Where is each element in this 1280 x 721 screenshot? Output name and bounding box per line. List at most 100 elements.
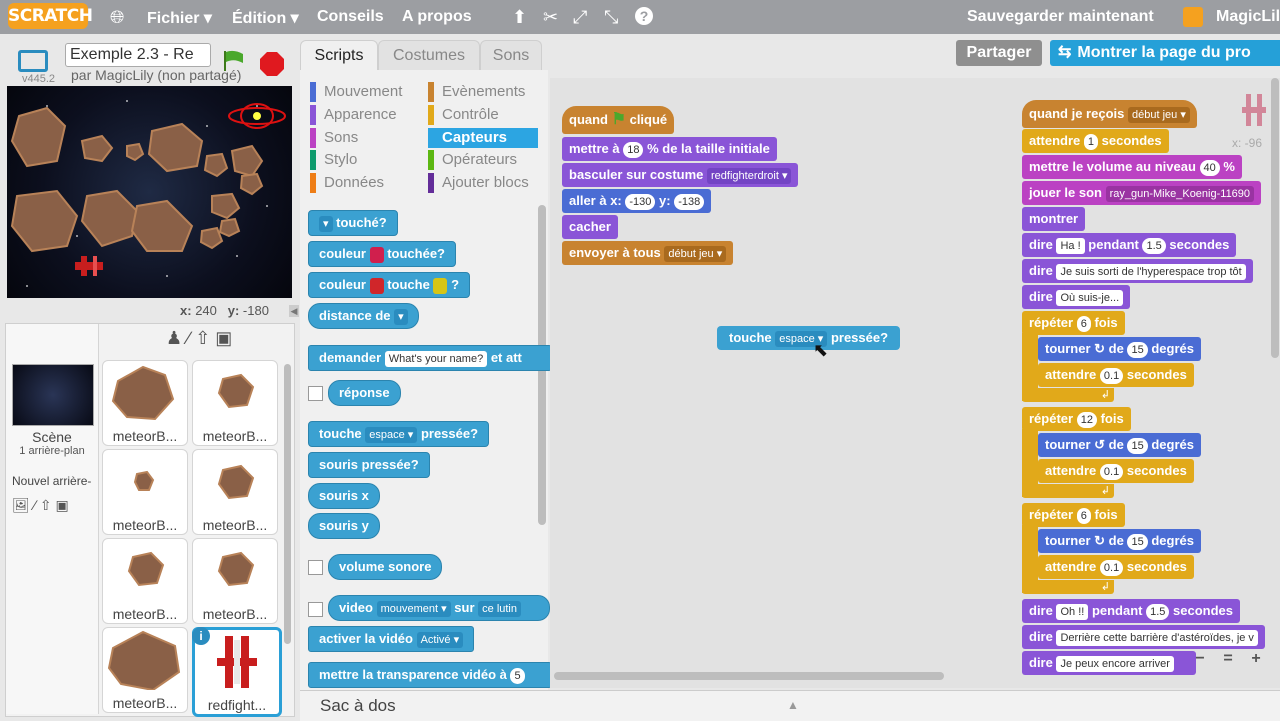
block-when-flag-clicked[interactable]: quand ⚑ cliqué [562, 106, 675, 134]
shrink-icon[interactable]: ⤡ [604, 7, 618, 28]
message-dropdown[interactable]: début jeu ▾ [664, 245, 727, 262]
wait-input[interactable]: 0.1 [1099, 463, 1124, 480]
video-checkbox[interactable] [308, 602, 323, 617]
repeat-input[interactable]: 6 [1076, 315, 1091, 332]
wait-input[interactable]: 0.1 [1099, 559, 1124, 576]
block-say-for-secs[interactable]: dire Oh !! pendant 1.5 secondes [1022, 599, 1241, 623]
volume-input[interactable]: 40 [1199, 159, 1220, 176]
color-swatch[interactable] [433, 277, 448, 294]
sprite-tile[interactable]: meteorB... [102, 360, 188, 446]
category-pen[interactable]: Stylo [310, 150, 357, 170]
tab-scripts[interactable]: Scripts [300, 40, 378, 71]
block-key-pressed-dragged[interactable]: touche espace ▾ pressée? [717, 326, 901, 350]
repeat-input[interactable]: 6 [1076, 507, 1091, 524]
block-when-i-receive[interactable]: quand je reçois début jeu ▾ [1022, 100, 1197, 128]
block-answer[interactable]: réponse [328, 380, 401, 406]
y-input[interactable]: -138 [674, 193, 705, 210]
block-wait[interactable]: attendre 0.1 secondes [1038, 555, 1194, 579]
loudness-checkbox[interactable] [308, 560, 323, 575]
say-input[interactable]: Ha ! [1056, 237, 1085, 254]
category-control[interactable]: Contrôle [428, 105, 499, 125]
block-mouse-y[interactable]: souris y [308, 513, 380, 539]
block-set-volume[interactable]: mettre le volume au niveau 40 % [1022, 155, 1242, 179]
tab-sounds[interactable]: Sons [480, 40, 542, 71]
my-stuff-icon[interactable] [1183, 7, 1203, 27]
transparency-input[interactable]: 5 [510, 667, 525, 684]
collapse-stage-icon[interactable]: ◀ [289, 305, 299, 317]
block-hide[interactable]: cacher [562, 215, 618, 239]
backpack-bar[interactable]: Sac à dos ▲ [300, 690, 1280, 721]
info-icon[interactable]: i [192, 627, 210, 645]
block-say[interactable]: dire Je suis sorti de l'hyperespace trop… [1022, 259, 1253, 283]
block-set-video-transparency[interactable]: mettre la transparence vidéo à 5 [308, 662, 552, 688]
green-flag-icon[interactable] [222, 49, 246, 73]
ask-input[interactable]: What's your name? [384, 350, 488, 367]
block-touching[interactable]: ▾ touché? [308, 210, 398, 236]
block-key-pressed[interactable]: touche espace ▾ pressée? [308, 421, 490, 447]
secs-input[interactable]: 1.5 [1142, 237, 1166, 254]
block-say[interactable]: dire Où suis-je... [1022, 285, 1131, 309]
dropdown-arrow-icon[interactable]: ▾ [319, 215, 333, 232]
grow-icon[interactable]: ⤢ [573, 7, 587, 28]
category-looks[interactable]: Apparence [310, 105, 397, 125]
block-mouse-x[interactable]: souris x [308, 483, 380, 509]
paint-backdrop-icon[interactable]: 🖼︎ [12, 497, 30, 513]
category-events[interactable]: Evènements [428, 82, 525, 102]
say-input[interactable]: Je suis sorti de l'hyperespace trop tôt [1056, 263, 1246, 280]
fullscreen-icon[interactable] [18, 50, 48, 72]
secs-input[interactable]: 1.5 [1146, 603, 1170, 620]
say-input[interactable]: Derrière cette barrière d'astéroïdes, je… [1056, 629, 1258, 646]
degrees-input[interactable]: 15 [1127, 341, 1148, 358]
block-turn-right[interactable]: tourner ↻ de 15 degrés [1038, 337, 1201, 361]
degrees-input[interactable]: 15 [1127, 533, 1148, 550]
sprite-tile[interactable]: meteorB... [192, 449, 278, 535]
block-show[interactable]: montrer [1022, 207, 1086, 231]
scratch-logo[interactable]: SCRATCH [8, 3, 93, 29]
duplicate-stamp-icon[interactable]: ⬆ [512, 7, 527, 28]
say-input[interactable]: Je peux encore arriver [1056, 655, 1174, 672]
block-go-to-xy[interactable]: aller à x: -130 y: -138 [562, 189, 712, 213]
degrees-input[interactable]: 15 [1127, 437, 1148, 454]
sprite-tile[interactable]: meteorB... [192, 538, 278, 624]
category-data[interactable]: Données [310, 173, 384, 193]
paint-sprite-icon[interactable]: ∕ [187, 328, 190, 348]
color-swatch[interactable] [369, 246, 384, 263]
zoom-in-icon[interactable]: + [1242, 650, 1270, 668]
block-repeat[interactable]: répéter 6 fois [1022, 503, 1125, 527]
block-broadcast[interactable]: envoyer à tous début jeu ▾ [562, 241, 734, 265]
block-switch-costume[interactable]: basculer sur costume redfighterdroit ▾ [562, 163, 799, 187]
block-color-touching-color[interactable]: couleur touche ? [308, 272, 471, 298]
size-input[interactable]: 18 [623, 141, 644, 158]
upload-backdrop-icon[interactable]: ⇧ [40, 497, 52, 513]
camera-backdrop-icon[interactable]: ▣ [56, 497, 69, 513]
block-say[interactable]: dire Je peux encore arriver [1022, 651, 1196, 675]
block-turn-video[interactable]: activer la vidéo Activé ▾ [308, 626, 475, 652]
help-icon[interactable]: ? [635, 7, 653, 25]
sprite-tile-selected[interactable]: i redfight... [192, 627, 282, 717]
language-globe-icon[interactable]: 🌐︎ [110, 7, 124, 28]
key-dropdown[interactable]: espace ▾ [365, 426, 418, 443]
video-target-dropdown[interactable]: ce lutin [478, 600, 521, 617]
sprite-library-icon[interactable]: ♟ [166, 328, 182, 348]
wait-input[interactable]: 1 [1083, 133, 1099, 150]
say-input[interactable]: Oh !! [1056, 603, 1089, 620]
sprite-tile[interactable]: meteorB... [192, 360, 278, 446]
wait-input[interactable]: 0.1 [1099, 367, 1124, 384]
menu-tips[interactable]: Conseils [317, 8, 384, 26]
message-dropdown[interactable]: début jeu ▾ [1128, 106, 1190, 123]
stop-sign-icon[interactable] [259, 51, 285, 77]
block-touching-color[interactable]: couleur touchée? [308, 241, 457, 267]
stage-canvas[interactable] [7, 86, 292, 298]
menu-file[interactable]: Fichier ▾ [147, 8, 212, 28]
dropdown-arrow-icon[interactable]: ▾ [394, 308, 408, 325]
zoom-reset-icon[interactable]: = [1214, 650, 1242, 668]
sprite-tile[interactable]: meteorB... [102, 538, 188, 624]
block-say-for-secs[interactable]: dire Ha ! pendant 1.5 secondes [1022, 233, 1237, 257]
category-sensing[interactable]: Capteurs [428, 128, 538, 148]
block-ask-and-wait[interactable]: demander What's your name? et att [308, 345, 552, 371]
sprite-tile[interactable]: meteorB... [102, 449, 188, 535]
category-sound[interactable]: Sons [310, 128, 358, 148]
color-swatch[interactable] [369, 277, 384, 294]
block-wait[interactable]: attendre 1 secondes [1022, 129, 1169, 153]
block-loudness[interactable]: volume sonore [328, 554, 443, 580]
